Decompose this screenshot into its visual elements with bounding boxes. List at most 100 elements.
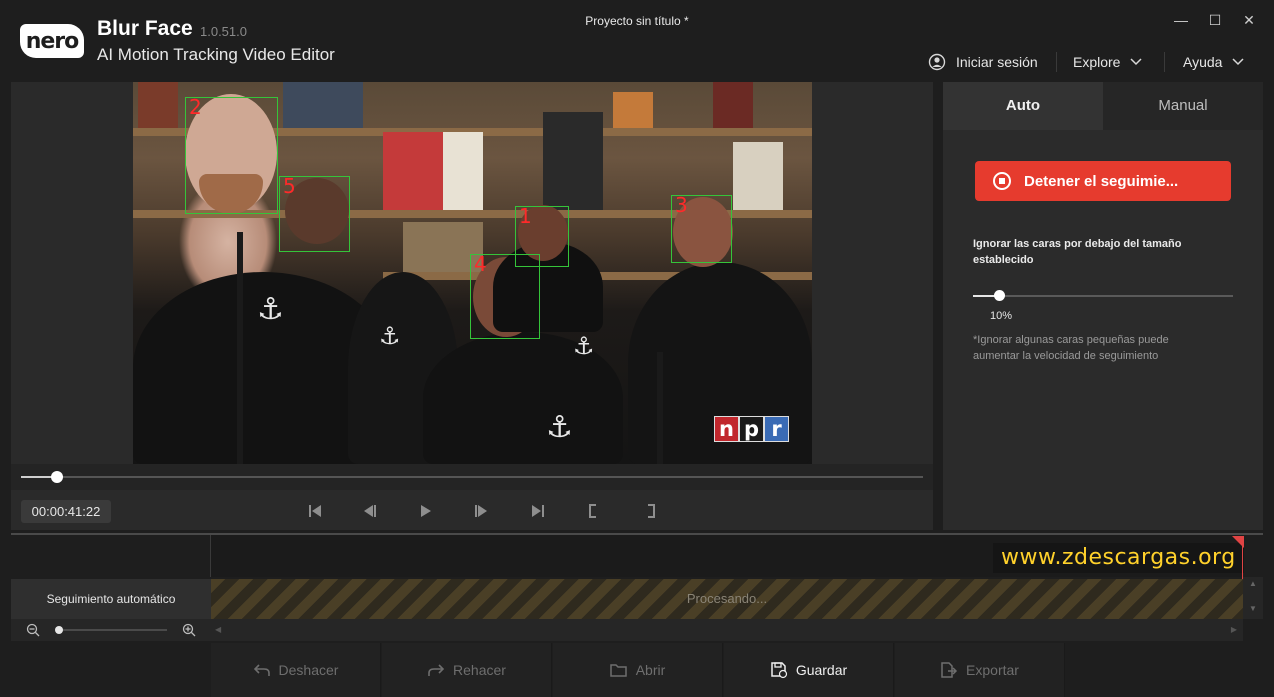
scrubber-handle[interactable] xyxy=(51,471,64,483)
anchor-logo: ⚓ xyxy=(257,293,284,326)
left-edge xyxy=(0,82,11,642)
anchor-logo: ⚓ xyxy=(379,323,401,350)
video-preview-area: ⚓ ⚓ ⚓ ⚓ 1 2 3 4 5 n p r xyxy=(11,82,933,464)
book xyxy=(543,112,603,210)
stop-tracking-label: Detener el seguimie... xyxy=(1024,172,1179,190)
close-button[interactable]: ✕ xyxy=(1239,10,1259,30)
title-bar: nero Blur Face 1.0.51.0 AI Motion Tracki… xyxy=(0,0,1274,82)
bottom-toolbar: Deshacer Rehacer Abrir Guardar Exportar xyxy=(0,643,1274,697)
slider-handle[interactable] xyxy=(993,290,1005,301)
login-button[interactable]: Iniciar sesión xyxy=(928,52,1038,72)
npr-letter: n xyxy=(714,416,739,442)
maximize-icon: ☐ xyxy=(1208,12,1222,28)
scroll-right-icon[interactable]: ▶ xyxy=(1231,625,1237,634)
stop-icon xyxy=(993,172,1011,190)
face-track-box[interactable]: 3 xyxy=(671,193,732,263)
nav-divider xyxy=(1164,52,1165,72)
zoom-out-icon[interactable] xyxy=(26,623,40,637)
scrubber-track[interactable] xyxy=(21,476,923,478)
book xyxy=(443,132,483,210)
anchor-logo: ⚓ xyxy=(573,333,595,360)
open-label: Abrir xyxy=(635,662,666,678)
save-label: Guardar xyxy=(795,662,848,678)
login-label: Iniciar sesión xyxy=(956,54,1038,70)
zoom-slider[interactable] xyxy=(57,629,167,631)
zoom-handle[interactable] xyxy=(55,626,63,634)
timeline-vertical-scrollbar[interactable]: ▲ ▼ xyxy=(1243,577,1263,619)
track-number: 3 xyxy=(675,193,688,217)
scroll-up-icon[interactable]: ▲ xyxy=(1243,579,1263,588)
brand-text: nero xyxy=(25,28,80,54)
skip-to-start-icon[interactable] xyxy=(305,501,325,521)
video-scrubber[interactable] xyxy=(11,464,933,490)
stop-tracking-button[interactable]: Detener el seguimie... xyxy=(975,161,1231,201)
min-face-size-label: Ignorar las caras por debajo del tamaño … xyxy=(973,238,1182,266)
tab-manual[interactable]: Manual xyxy=(1103,82,1263,130)
min-face-size-slider[interactable] xyxy=(973,295,1233,297)
npr-logo: n p r xyxy=(714,416,789,442)
face-track-box[interactable]: 5 xyxy=(279,174,350,252)
project-title: Proyecto sin título * xyxy=(585,14,689,28)
track-number: 2 xyxy=(189,95,202,119)
tab-auto[interactable]: Auto xyxy=(943,82,1103,130)
nero-logo: nero xyxy=(20,24,84,58)
undo-label: Deshacer xyxy=(278,662,339,678)
track-number: 4 xyxy=(474,252,487,276)
redo-icon xyxy=(428,664,445,676)
chevron-down-icon xyxy=(1232,58,1244,66)
redo-label: Rehacer xyxy=(453,662,506,678)
help-label: Ayuda xyxy=(1183,54,1223,70)
book xyxy=(138,82,178,128)
redo-button[interactable]: Rehacer xyxy=(382,643,552,697)
npr-letter: r xyxy=(764,416,789,442)
face-track-box[interactable]: 2 xyxy=(185,95,278,214)
book xyxy=(283,82,363,128)
minimize-icon: — xyxy=(1174,12,1188,28)
video-frame[interactable]: ⚓ ⚓ ⚓ ⚓ 1 2 3 4 5 n p r xyxy=(133,82,812,464)
explore-label: Explore xyxy=(1073,54,1121,70)
skip-to-end-icon[interactable] xyxy=(528,501,548,521)
undo-icon xyxy=(253,664,270,676)
zoom-in-icon[interactable] xyxy=(182,623,196,637)
close-icon: ✕ xyxy=(1243,12,1255,28)
export-icon xyxy=(941,662,958,678)
explore-menu[interactable]: Explore xyxy=(1073,52,1142,72)
chevron-down-icon xyxy=(1130,58,1142,66)
previous-frame-icon[interactable] xyxy=(360,501,380,521)
app-subtitle: AI Motion Tracking Video Editor xyxy=(97,45,335,64)
save-icon xyxy=(771,662,787,679)
open-button[interactable]: Abrir xyxy=(553,643,723,697)
undo-button[interactable]: Deshacer xyxy=(211,643,381,697)
book xyxy=(713,82,753,128)
track-number: 1 xyxy=(519,204,532,228)
nav-divider xyxy=(1056,52,1057,72)
npr-letter: p xyxy=(739,416,764,442)
maximize-button[interactable]: ☐ xyxy=(1205,10,1225,30)
mark-in-icon[interactable] xyxy=(584,501,604,521)
book xyxy=(383,132,443,210)
watermark: www.zdescargas.org xyxy=(993,543,1244,573)
timecode-display: 00:00:41:22 xyxy=(21,500,111,523)
track-number: 5 xyxy=(283,174,296,198)
export-button[interactable]: Exportar xyxy=(895,643,1065,697)
tracking-hint: *Ignorar algunas caras pequeñas puede au… xyxy=(973,334,1169,362)
play-icon[interactable] xyxy=(415,501,435,521)
timeline-horizontal-scrollbar[interactable]: ◀ ▶ xyxy=(211,619,1243,641)
folder-icon xyxy=(609,664,627,677)
book xyxy=(613,92,653,128)
export-label: Exportar xyxy=(966,662,1019,678)
minimize-button[interactable]: — xyxy=(1171,10,1191,30)
mark-out-icon[interactable] xyxy=(640,501,660,521)
next-frame-icon[interactable] xyxy=(471,501,491,521)
save-button[interactable]: Guardar xyxy=(724,643,894,697)
scroll-down-icon[interactable]: ▼ xyxy=(1243,604,1263,613)
user-icon xyxy=(928,53,946,71)
anchor-logo: ⚓ xyxy=(546,411,573,444)
timeline-zoom xyxy=(11,619,211,641)
face-track-box[interactable]: 4 xyxy=(470,252,540,339)
timeline-header-left xyxy=(11,535,211,577)
help-menu[interactable]: Ayuda xyxy=(1183,52,1244,72)
mic-stand xyxy=(237,232,243,464)
book xyxy=(733,142,783,210)
scroll-left-icon[interactable]: ◀ xyxy=(215,625,221,634)
